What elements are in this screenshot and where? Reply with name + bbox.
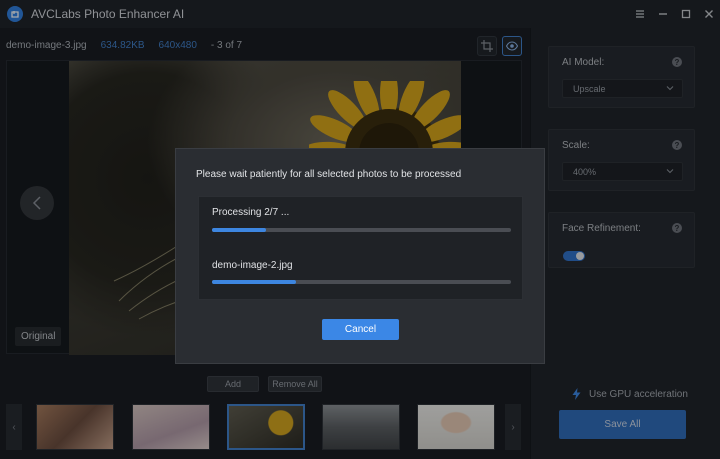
current-file-progress-fill [212,280,296,284]
cancel-button[interactable]: Cancel [322,319,399,340]
overall-progress-label: Processing 2/7 ... [212,207,290,218]
dialog-message: Please wait patiently for all selected p… [196,169,462,180]
current-file-label: demo-image-2.jpg [212,260,293,271]
overall-progress-fill [212,228,266,232]
current-file-progress-bar [212,280,511,284]
progress-box: Processing 2/7 ... demo-image-2.jpg [198,196,523,300]
processing-dialog: Please wait patiently for all selected p… [175,148,545,364]
overall-progress-bar [212,228,511,232]
